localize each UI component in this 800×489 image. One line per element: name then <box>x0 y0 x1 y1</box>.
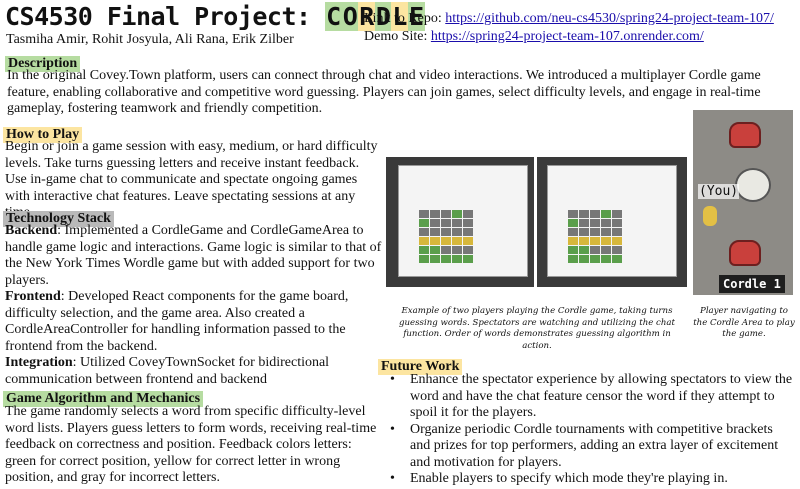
cordle-area-sign: Cordle 1 <box>719 275 785 293</box>
links-block: Link to Repo: https://github.com/neu-cs4… <box>364 10 774 46</box>
backend-paragraph: Backend: Implemented a CordleGame and Co… <box>5 223 383 289</box>
future-work-list: Enhance the spectator experience by allo… <box>378 372 796 488</box>
integration-label: Integration <box>5 355 73 370</box>
page-title: CS4530 Final Project: CORDLE <box>5 2 425 31</box>
list-item: Enable players to specify which mode the… <box>378 471 796 488</box>
backend-label: Backend <box>5 223 58 238</box>
tech-stack-text: Backend: Implemented a CordleGame and Co… <box>5 223 383 388</box>
algorithm-text: The game randomly selects a word from sp… <box>5 404 377 485</box>
cordle-panel <box>547 165 677 277</box>
letter-grid <box>419 210 473 263</box>
chair <box>729 240 761 266</box>
demo-label: Demo Site: <box>364 29 431 44</box>
game-screenshot-1 <box>386 157 534 287</box>
game-area-image: (You) Cordle 1 <box>693 110 793 295</box>
title-prefix: CS4530 Final Project: <box>5 2 326 31</box>
game-screenshot-2 <box>537 157 687 287</box>
table <box>735 168 771 202</box>
demo-link[interactable]: https://spring24-project-team-107.onrend… <box>431 29 704 44</box>
frontend-paragraph: Frontend: Developed React components for… <box>5 289 383 355</box>
list-item: Enhance the spectator experience by allo… <box>378 372 796 422</box>
integration-paragraph: Integration: Utilized CoveyTownSocket fo… <box>5 355 383 388</box>
frontend-label: Frontend <box>5 289 61 304</box>
backend-text: : Implemented a CordleGame and CordleGam… <box>5 223 382 288</box>
list-item: Organize periodic Cordle tournaments wit… <box>378 422 796 472</box>
chair <box>729 122 761 148</box>
description-text: In the original Covey.Town platform, use… <box>7 68 761 116</box>
cordle-panel <box>398 165 528 277</box>
player-sprite <box>703 206 717 226</box>
letter-grid <box>568 210 622 263</box>
authors: Tasmiha Amir, Rohit Josyula, Ali Rana, E… <box>6 32 294 47</box>
repo-link[interactable]: https://github.com/neu-cs4530/spring24-p… <box>445 11 774 26</box>
left-figure-caption: Example of two players playing the Cordl… <box>399 306 675 351</box>
repo-label: Link to Repo: <box>364 11 446 26</box>
title-letter: C <box>325 2 342 31</box>
player-label: (You) <box>698 184 740 199</box>
right-figure-caption: Player navigating to the Cordle Area to … <box>693 306 795 339</box>
title-letter: O <box>341 2 359 31</box>
